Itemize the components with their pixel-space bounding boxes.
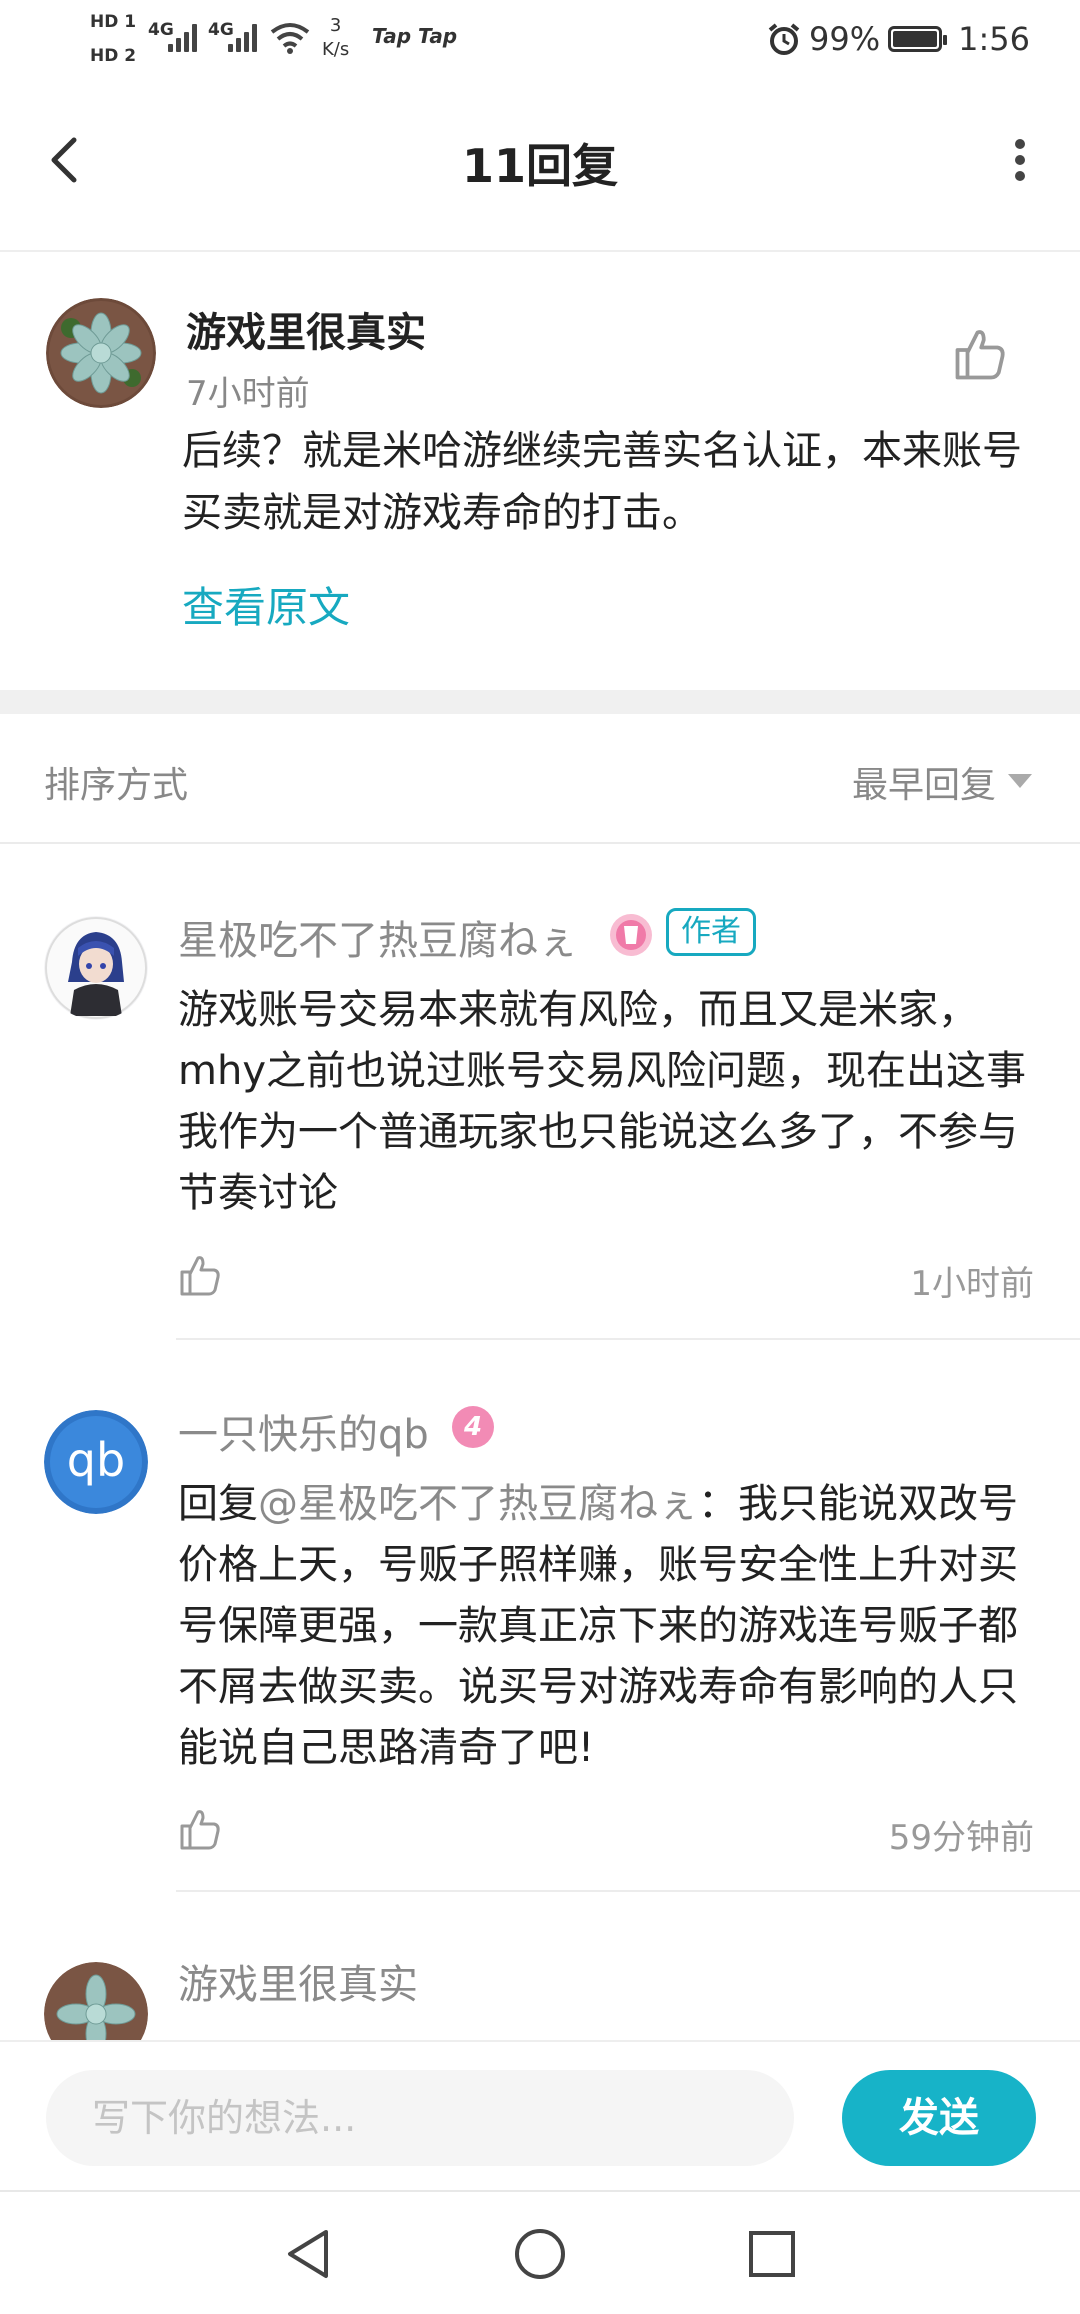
system-nav-bar: [0, 2190, 1080, 2314]
notification-app-icons: Tap Tap: [372, 24, 458, 48]
author-badge: 作者: [666, 908, 756, 956]
send-button[interactable]: 发送: [842, 2070, 1036, 2166]
post-author-name[interactable]: 游戏里很真实: [186, 300, 426, 358]
battery-percent: 99%: [809, 20, 881, 58]
reply-content: 回复@星极吃不了热豆腐ねぇ：我只能说双改号价格上天，号贩子照样赚，账号安全性上升…: [178, 1474, 1030, 1779]
nav-back-icon[interactable]: [282, 2226, 334, 2282]
network-speed: 3 K/s: [322, 14, 349, 62]
top-app-bar: 11回复: [0, 80, 1080, 252]
avatar[interactable]: qb: [44, 1410, 148, 1514]
clock-time: 1:56: [958, 20, 1030, 58]
reply-divider: [176, 1890, 1080, 1892]
post-content: 后续？就是米哈游继续完善实名认证，本来账号买卖就是对游戏寿命的打击。: [182, 428, 1022, 536]
wifi-icon: [270, 23, 310, 54]
more-options-icon[interactable]: [990, 130, 1050, 190]
signal-icon-1: [168, 22, 202, 52]
comment-input-bar: 发送: [0, 2040, 1080, 2192]
nav-home-icon[interactable]: [512, 2226, 568, 2282]
sort-dropdown[interactable]: 最早回复: [852, 756, 996, 808]
avatar[interactable]: [46, 298, 156, 408]
hd1-indicator: HD 1: [90, 12, 137, 32]
reply-author-name[interactable]: 星极吃不了热豆腐ねぇ: [178, 908, 578, 966]
network-speed-value: 3: [329, 15, 342, 36]
mention-colon: ：: [698, 1481, 738, 1527]
thumbs-up-icon[interactable]: [176, 1252, 224, 1300]
status-right: 99% 1:56: [767, 20, 1030, 58]
thumbs-up-icon[interactable]: [176, 1806, 224, 1854]
mention-link[interactable]: @星极吃不了热豆腐ねぇ: [258, 1481, 698, 1527]
reply-author-name[interactable]: 一只快乐的qb: [178, 1402, 429, 1460]
user-level-icon: [610, 914, 652, 956]
nav-recents-icon[interactable]: [746, 2228, 798, 2280]
alarm-icon: [768, 23, 800, 55]
thumbs-up-icon[interactable]: [950, 325, 1010, 385]
hd2-indicator: HD 2: [90, 46, 137, 66]
view-original-link[interactable]: 查看原文: [182, 574, 350, 635]
reply-timestamp: 59分钟前: [888, 1818, 1034, 1858]
reply-timestamp: 1小时前: [910, 1264, 1034, 1304]
network-speed-unit: K/s: [322, 39, 350, 60]
chevron-down-icon[interactable]: [1008, 774, 1032, 788]
sort-bar: 排序方式 最早回复: [0, 714, 1080, 844]
reply-prefix: 回复: [178, 1481, 258, 1527]
status-bar: HD 1 HD 2 4G 4G 3 K/s Tap Tap 99% 1:56: [0, 0, 1080, 80]
avatar-text: qb: [67, 1433, 125, 1487]
reply-divider: [176, 1338, 1080, 1340]
post-timestamp: 7小时前: [186, 374, 310, 414]
reply-author-name[interactable]: 游戏里很真实: [178, 1952, 418, 2010]
battery-icon: [888, 26, 948, 52]
user-level-badge: 4: [452, 1406, 494, 1448]
signal-icon-2: [228, 22, 262, 52]
avatar[interactable]: [44, 916, 148, 1020]
section-divider: [0, 690, 1080, 714]
reply-content: 游戏账号交易本来就有风险，而且又是米家，mhy之前也说过账号交易风险问题，现在出…: [178, 987, 1026, 1216]
comment-input[interactable]: [46, 2070, 794, 2166]
sort-label: 排序方式: [44, 765, 189, 806]
page-title: 11回复: [461, 139, 618, 193]
